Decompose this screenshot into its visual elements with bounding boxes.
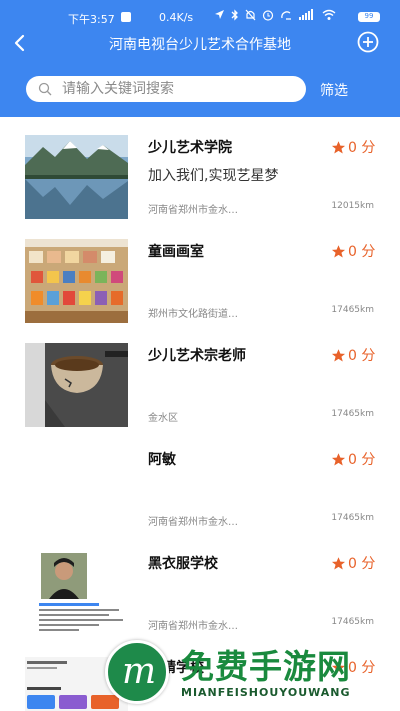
item-address: 河南省郑州市金水… <box>148 517 238 528</box>
item-rating: 0 分 <box>331 137 375 157</box>
watermark-main-text: 免费手游网 <box>181 647 351 686</box>
rating-value: 0 分 <box>348 244 376 260</box>
wifi-icon <box>322 9 336 24</box>
list-item[interactable]: 阿敏 0 分 河南省郑州市金水… 17465km <box>0 429 400 533</box>
item-distance: 17465km <box>331 513 374 523</box>
filter-button[interactable]: 筛选 <box>320 80 348 100</box>
bluetooth-icon <box>231 8 239 24</box>
star-icon <box>331 348 346 361</box>
person-screenshot-photo <box>25 551 128 635</box>
signal-icon <box>298 8 316 24</box>
item-title: 少儿艺术宗老师 <box>148 348 246 364</box>
battery-indicator: 99 <box>358 12 380 22</box>
tea-cup-photo <box>25 343 128 427</box>
item-title: 黑衣服学校 <box>148 556 218 572</box>
list-item[interactable]: 少儿艺术学院 0 分 加入我们,实现艺星梦 河南省郑州市金水… 12015km <box>0 117 400 221</box>
item-distance: 17465km <box>331 409 374 419</box>
item-address: 金水区 <box>148 413 178 424</box>
list-item[interactable]: 少儿艺术宗老师 0 分 金水区 17465km <box>0 325 400 429</box>
page-title: 河南电视台少儿艺术合作基地 <box>109 37 291 53</box>
item-title: 少儿艺术学院 <box>148 140 232 156</box>
list-item[interactable]: 黑衣服学校 0 分 河南省郑州市金水… 17465km <box>0 533 400 637</box>
item-rating: 0 分 <box>331 553 375 573</box>
search-icon <box>38 82 52 96</box>
item-distance: 17465km <box>331 305 374 315</box>
item-address: 河南省郑州市金水… <box>148 621 238 632</box>
rating-value: 0 分 <box>348 452 376 468</box>
status-icons <box>214 8 336 24</box>
item-rating: 0 分 <box>331 345 375 365</box>
item-address: 河南省郑州市金水… <box>148 205 238 216</box>
art-studio-photo <box>25 239 128 323</box>
status-time: 下午3:57 <box>68 13 115 26</box>
search-input[interactable] <box>62 76 298 102</box>
item-distance: 12015km <box>331 201 374 211</box>
item-distance: 17465km <box>331 617 374 627</box>
star-icon <box>331 244 346 257</box>
header-bar: 下午3:57 0.4K/s 99 河南电视台少儿艺术合作基地 请输入关键词搜索 … <box>0 0 400 117</box>
star-icon <box>331 452 346 465</box>
alarm-icon <box>262 9 274 24</box>
watermark-logo-icon: m <box>105 640 169 704</box>
rating-value: 0 分 <box>348 140 376 156</box>
navbar: 河南电视台少儿艺术合作基地 <box>0 28 400 58</box>
search-box[interactable] <box>26 76 306 102</box>
rating-value: 0 分 <box>348 348 376 364</box>
rating-value: 0 分 <box>348 556 376 572</box>
watermark-sub-text: MIANFEISHOUYOUWANG <box>181 686 351 699</box>
lake-mountain-photo <box>25 135 128 219</box>
network-speed: 0.4K/s <box>159 11 194 24</box>
plus-circle-icon <box>357 31 379 53</box>
location-icon <box>214 9 225 23</box>
item-title: 阿敏 <box>148 452 176 468</box>
mute-bell-icon <box>245 9 256 24</box>
list-item[interactable]: 童画画室 0 分 郑州市文化路街道… 17465km <box>0 221 400 325</box>
star-icon <box>331 556 346 569</box>
item-rating: 0 分 <box>331 241 375 261</box>
star-icon <box>331 140 346 153</box>
rotation-icon <box>280 9 292 24</box>
item-address: 郑州市文化路街道… <box>148 309 238 320</box>
watermark-logo-letter: m <box>122 651 157 692</box>
item-subtitle: 加入我们,实现艺星梦 <box>148 168 279 184</box>
item-title: 童画画室 <box>148 244 204 260</box>
site-watermark: m 免费手游网 MIANFEISHOUYOUWANG <box>105 640 395 710</box>
item-rating: 0 分 <box>331 449 375 469</box>
add-button[interactable] <box>357 31 379 53</box>
app-notification-icon <box>121 12 131 22</box>
